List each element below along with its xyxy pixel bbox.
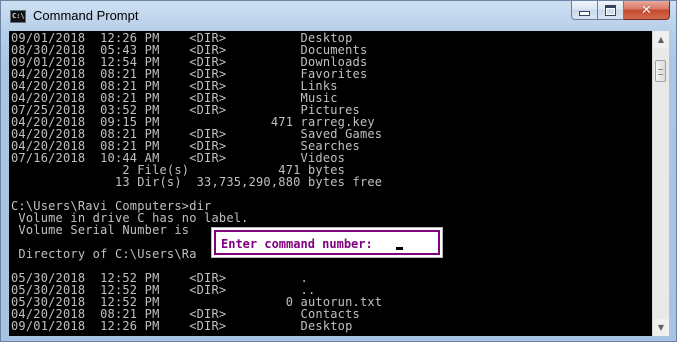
scroll-down-arrow-icon[interactable]: ▼: [653, 319, 669, 336]
command-number-input-caret[interactable]: [396, 247, 403, 250]
caption-buttons: ✕: [571, 1, 670, 21]
console-line: 13 Dir(s) 33,735,290,880 bytes free: [11, 175, 383, 189]
console-line: 09/01/2018 12:26 PM <DIR> Desktop: [11, 319, 353, 333]
maximize-icon: [605, 4, 616, 16]
minimize-button[interactable]: [571, 1, 598, 20]
title-bar[interactable]: C:\ Command Prompt ✕: [1, 1, 676, 31]
command-number-dialog: Enter command number:: [211, 227, 443, 258]
command-prompt-window: C:\ Command Prompt ✕ 09/01/2018 12:26 PM…: [0, 0, 677, 342]
console-output[interactable]: 09/01/2018 12:26 PM <DIR> Desktop 08/30/2…: [9, 31, 652, 336]
maximize-button[interactable]: [598, 1, 624, 20]
scrollbar-thumb[interactable]: [655, 60, 666, 82]
console-text: 09/01/2018 12:26 PM <DIR> Desktop 08/30/2…: [11, 32, 382, 332]
vertical-scrollbar[interactable]: ▲ ▼: [652, 31, 669, 336]
icon-label: C:\: [12, 12, 25, 20]
minimize-icon: [579, 10, 590, 16]
window-title: Command Prompt: [33, 8, 139, 23]
command-number-label: Enter command number:: [221, 237, 380, 251]
command-number-frame: Enter command number:: [214, 230, 440, 255]
close-icon: ✕: [641, 2, 652, 18]
command-prompt-icon[interactable]: C:\: [10, 10, 26, 23]
close-button[interactable]: ✕: [624, 1, 670, 20]
scroll-up-arrow-icon[interactable]: ▲: [653, 31, 669, 48]
